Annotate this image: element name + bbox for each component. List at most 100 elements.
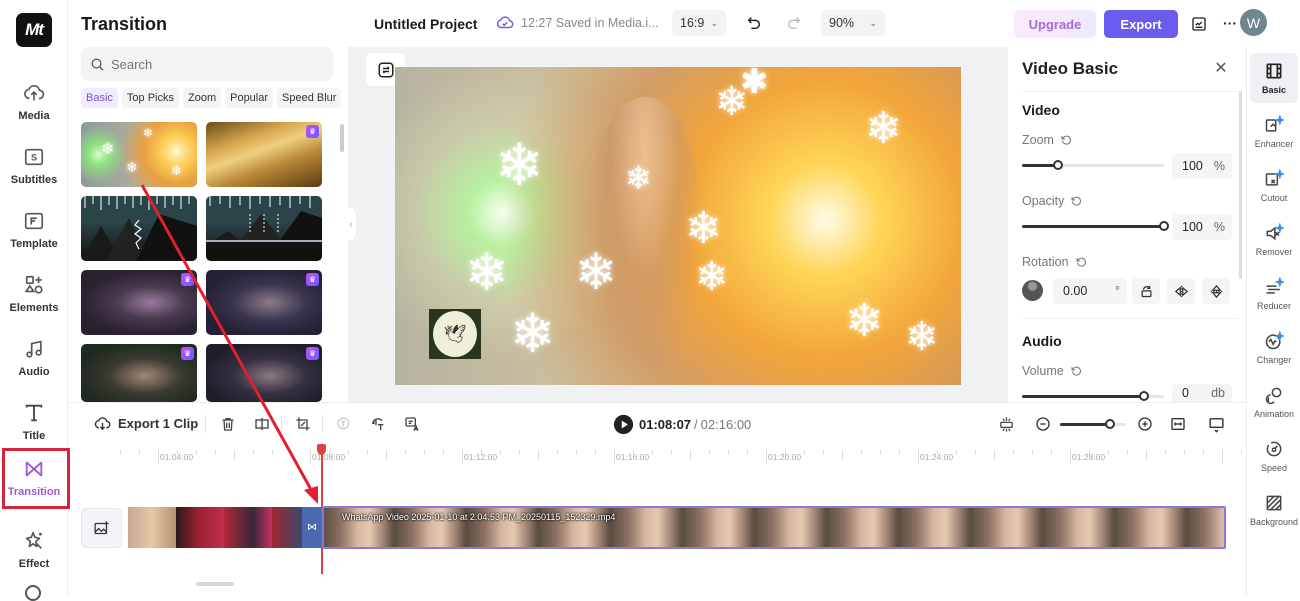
transition-thumb-dreamy-fade-2[interactable]: ♛ [206,270,322,335]
preview-monitor-button[interactable] [1205,413,1227,435]
transition-thumb-golden-glitter[interactable]: ♛ [206,122,322,187]
nav-title[interactable]: Title [0,392,68,452]
tool-changer[interactable]: Changer [1250,323,1298,373]
transition-thumb-snowflake-sparkle[interactable]: ❄ ❄ ❄ ❄ [81,122,197,187]
rotate-button[interactable] [1132,278,1160,304]
ruler-tick [215,450,216,455]
upgrade-button[interactable]: Upgrade [1014,10,1096,38]
panel-scrollbar[interactable] [340,124,344,152]
nav-elements-label: Elements [9,302,59,314]
tool-basic[interactable]: Basic [1250,53,1298,103]
app-logo[interactable]: Mt [16,13,52,47]
nav-audio[interactable]: Audio [0,328,68,388]
transition-thumb-zigzag-drop[interactable] [81,196,197,261]
undo-button[interactable] [744,13,764,33]
search-box[interactable] [81,47,333,81]
category-tab-zoom[interactable]: Zoom [182,88,222,108]
more-nav-icon[interactable] [25,585,41,601]
rotation-input[interactable]: 0.00 ° [1053,278,1127,304]
reset-icon[interactable] [1075,256,1087,268]
volume-input[interactable]: 0 db [1172,384,1232,402]
nav-transition[interactable]: Transition [0,448,70,509]
opacity-slider[interactable] [1022,219,1169,233]
tool-reducer[interactable]: Reducer [1250,269,1298,319]
transition-thumb-dreamy-fade-3[interactable]: ♛ [81,344,197,402]
slider-knob[interactable] [1139,391,1150,401]
ruler-tick [595,450,596,455]
reset-icon[interactable] [1070,365,1082,377]
nav-subtitles[interactable]: S Subtitles [0,136,68,196]
category-tab-popular[interactable]: Popular [225,88,274,108]
ruler-tick [196,450,197,455]
fit-timeline-button[interactable] [1167,413,1189,435]
tool-enhancer[interactable]: Enhancer [1250,107,1298,157]
flip-horizontal-button[interactable] [1167,278,1195,304]
redo-button[interactable] [784,13,804,33]
volume-slider[interactable] [1022,389,1164,403]
close-icon[interactable]: ✕ [1212,59,1230,77]
properties-scrollbar[interactable] [1239,91,1242,279]
divider [281,415,282,433]
slider-knob[interactable] [1052,160,1063,170]
flip-vertical-button[interactable] [1202,278,1230,304]
auto-caption-button[interactable] [401,413,423,435]
export-clip-button[interactable]: Export 1 Clip [94,415,198,432]
category-tab-basic[interactable]: Basic [81,88,118,108]
rotation-dial[interactable] [1022,280,1043,301]
export-button[interactable]: Export [1104,10,1178,38]
project-title[interactable]: Untitled Project [374,16,477,32]
premium-crown-icon: ♛ [306,347,319,360]
reset-icon[interactable] [1070,195,1082,207]
slider-knob[interactable] [1159,221,1169,231]
tool-cutout[interactable]: Cutout [1250,161,1298,211]
zoom-in-button[interactable] [1134,413,1156,435]
tool-animation[interactable]: Animation [1250,377,1298,427]
more-options-icon[interactable]: ··· [1221,14,1239,32]
speech-to-text-button[interactable] [367,413,389,435]
tool-basic-label: Basic [1261,85,1287,95]
delete-button[interactable] [217,413,239,435]
tool-speed[interactable]: Speed [1250,431,1298,481]
snap-button[interactable] [995,413,1017,435]
timeline-scrollbar[interactable] [196,582,234,586]
clip-previous[interactable] [128,507,322,548]
play-icon[interactable] [613,414,634,435]
transition-thumb-arrow-drop[interactable] [206,196,322,261]
timeline-zoom-slider[interactable] [1060,417,1126,431]
nav-media[interactable]: Media [0,72,68,132]
feedback-button[interactable] [1190,15,1207,32]
split-button[interactable] [251,413,273,435]
slider-knob[interactable] [1104,419,1115,429]
opacity-input[interactable]: 100 % [1172,214,1232,240]
transition-thumb-dreamy-fade-1[interactable]: ♛ [81,270,197,335]
save-status-text: 12:27 Saved in Media.i... [521,16,659,30]
zoom-out-button[interactable] [1032,413,1054,435]
transition-marker[interactable]: ⋈ [302,507,322,548]
nav-template[interactable]: Template [0,200,68,260]
timeline-ruler[interactable]: 01:04:00 01:08:00 01:12:00 01:16:00 01:20:00… [68,442,1246,472]
transition-thumb-dreamy-fade-4[interactable]: ♛ [206,344,322,402]
collapse-panel-handle[interactable]: ‹ [346,207,356,241]
nav-elements[interactable]: Elements [0,264,68,324]
category-tab-speed-blur[interactable]: Speed Blur [277,88,342,108]
search-input[interactable] [111,56,311,72]
ruler-tick [310,450,311,464]
ruler-tick [709,450,710,455]
tool-remover[interactable]: Remover [1250,215,1298,265]
category-tab-top-picks[interactable]: Top Picks [121,88,179,108]
text-to-speech-button[interactable] [333,413,355,435]
add-media-button[interactable] [81,508,122,548]
zoom-slider[interactable] [1022,158,1164,172]
enhancer-icon [1265,115,1284,132]
zoom-dropdown[interactable]: 90% ⌄ [821,10,885,36]
zoom-input[interactable]: 100 % [1172,153,1232,179]
user-avatar[interactable]: W [1240,9,1267,36]
nav-effect[interactable]: Effect [0,520,68,580]
aspect-ratio-dropdown[interactable]: 16:9 ⌄ [672,10,726,36]
crop-button[interactable] [292,413,314,435]
reset-icon[interactable] [1060,134,1072,146]
tool-background[interactable]: Background [1250,485,1298,535]
video-preview[interactable]: ❄ ❄ ❄ ❄ ❄ ❄ ✱ ❄ ❄ ❄ ❄ ❄ 🕊 [395,67,961,385]
properties-panel: Video Basic ✕ Video Zoom 100 % Opacity 1… [1008,47,1246,402]
snowflake-icon: ❄ [126,159,138,175]
